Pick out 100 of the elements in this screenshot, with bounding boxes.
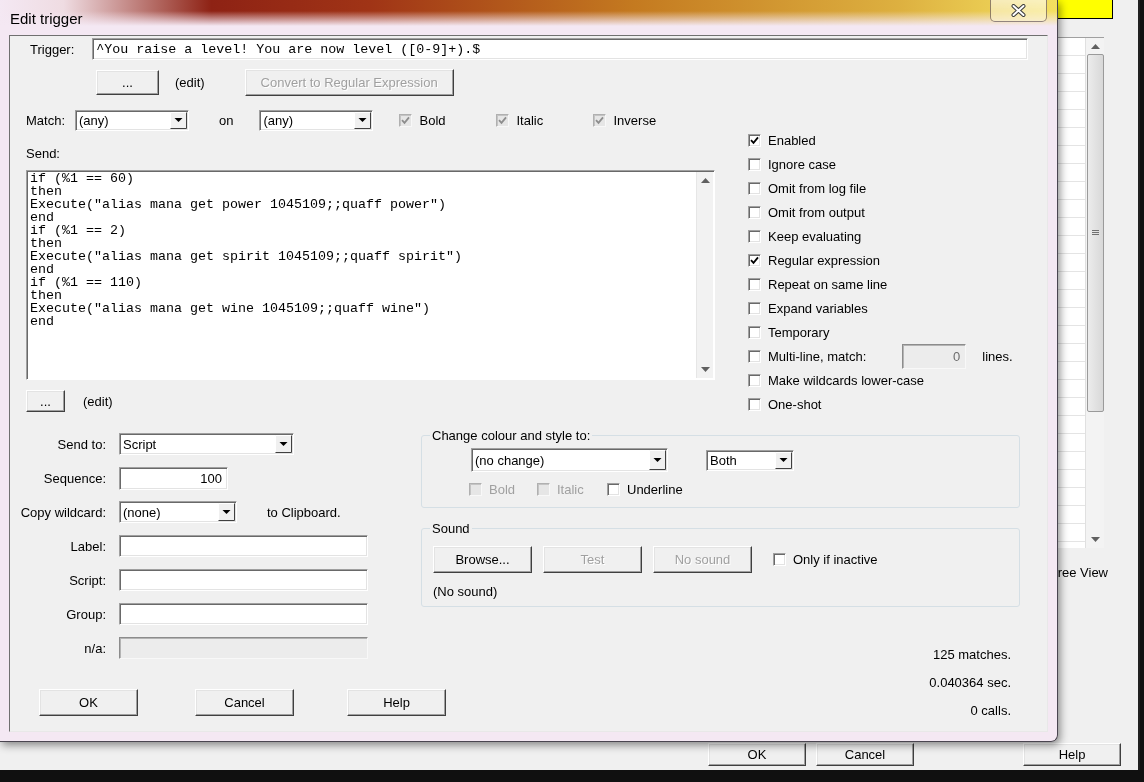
checkbox-label: One-shot (768, 396, 822, 412)
caret-icon[interactable] (275, 435, 292, 453)
checkbox-label: Italic (516, 113, 544, 128)
dropdown[interactable]: Script (119, 433, 294, 455)
checkbox[interactable] (748, 157, 761, 171)
checkbox-label: Bold (419, 113, 446, 128)
field-label: Send: (26, 146, 60, 161)
field-label: Match: (26, 113, 65, 128)
code-line: Execute("alias mana get wine 1045109;;quaff wine") (30, 302, 430, 315)
checkbox[interactable] (748, 373, 761, 387)
checkbox[interactable] (748, 397, 761, 411)
checkbox[interactable] (748, 349, 761, 363)
caret-icon[interactable] (775, 451, 792, 469)
checkmark-icon (401, 116, 411, 125)
checkbox[interactable] (748, 133, 761, 147)
text-field[interactable] (119, 535, 368, 557)
dialog-button[interactable]: Cancel (195, 689, 294, 716)
checkbox-label: Omit from log file (768, 180, 867, 196)
checkbox[interactable] (748, 277, 761, 291)
checkbox[interactable] (593, 114, 607, 127)
dropdown[interactable]: (any) (75, 110, 189, 131)
trigger-field[interactable]: ^You raise a level! You are now level ([0-9]+).$ (92, 38, 1028, 60)
dialog-button[interactable]: Help (1023, 743, 1121, 766)
caret-icon[interactable] (170, 112, 187, 129)
checkbox-label: Underline (627, 482, 683, 497)
checkbox-label: Inverse (613, 113, 657, 128)
edit-label: (edit) (83, 393, 113, 409)
edit-button[interactable]: ... (26, 390, 65, 412)
close-icon (1011, 4, 1026, 17)
edit-label: (edit) (175, 75, 205, 90)
unit-label: lines. (982, 348, 1013, 364)
checkbox-label: Italic (557, 482, 584, 497)
caret-icon[interactable] (354, 112, 372, 129)
checkbox-label: Ignore case (768, 156, 836, 172)
code-line: if (%1 == 60) (30, 172, 134, 185)
checkbox-label: Keep evaluating (768, 228, 862, 244)
code-line: Execute("alias mana get power 1045109;;quaff power") (30, 198, 446, 211)
code-line: end (30, 263, 54, 276)
scrollbar[interactable] (1085, 38, 1104, 548)
text-field[interactable] (119, 569, 368, 591)
sound-button[interactable]: Browse... (433, 546, 532, 573)
checkmark-icon (750, 135, 759, 145)
dialog-button[interactable]: Cancel (816, 743, 914, 766)
field-suffix: to Clipboard. (267, 504, 341, 520)
dialog-button[interactable]: Help (347, 689, 446, 716)
dialog-button[interactable]: OK (39, 689, 138, 716)
down-arrow-icon[interactable] (1090, 537, 1100, 542)
checkbox[interactable] (748, 325, 761, 339)
code-line: if (%1 == 2) (30, 224, 126, 237)
stat-text: 0 calls. (970, 703, 1011, 718)
scrollbar[interactable] (696, 172, 713, 378)
field-label: Script: (69, 572, 106, 588)
checkbox-label: Omit from output (768, 204, 865, 220)
checkbox-label: Expand variables (768, 300, 868, 316)
checkbox[interactable] (399, 114, 413, 127)
field-label: n/a: (84, 640, 106, 656)
stat-text: 0.040364 sec. (929, 675, 1011, 690)
code-line: then (30, 289, 62, 302)
checkbox-label: Temporary (768, 324, 830, 340)
window-title: Edit trigger (10, 10, 83, 27)
code-line: then (30, 237, 62, 250)
checkbox-label: Enabled (768, 132, 816, 148)
field-label: Copy wildcard: (20, 504, 106, 520)
checkbox[interactable] (773, 553, 786, 566)
checkbox-label: Make wildcards lower-case (768, 372, 925, 388)
dropdown[interactable]: (any) (259, 110, 374, 131)
field-label: Sequence: (43, 470, 106, 486)
caret-icon[interactable] (218, 503, 235, 521)
caret-icon[interactable] (649, 450, 666, 470)
dropdown[interactable]: (none) (119, 501, 237, 523)
checkbox[interactable] (748, 229, 761, 243)
checkbox[interactable] (748, 205, 761, 219)
down-arrow-icon[interactable] (700, 367, 710, 372)
checkbox[interactable] (607, 483, 620, 496)
up-arrow-icon[interactable] (1090, 44, 1100, 49)
text-field[interactable] (119, 603, 368, 625)
field-label: Label: (70, 538, 106, 554)
checkbox-label: Multi-line, match: (768, 348, 867, 364)
send-text-area[interactable] (26, 170, 715, 380)
dialog-button[interactable]: OK (708, 743, 806, 766)
dropdown[interactable]: Both (706, 449, 794, 471)
view-label: ree View (1057, 565, 1108, 580)
group-title: Change colour and style to: (431, 428, 592, 443)
checkbox[interactable] (748, 253, 761, 267)
field-label: Group: (66, 606, 106, 622)
checkbox-label: Only if inactive (793, 552, 878, 567)
stat-text: 125 matches. (932, 647, 1011, 662)
edit-button[interactable]: ... (96, 70, 159, 95)
close-button[interactable] (990, 0, 1047, 22)
field-label: Trigger: (30, 41, 75, 57)
dropdown[interactable]: (no change) (471, 448, 668, 472)
checkbox[interactable] (748, 301, 761, 315)
checkbox[interactable] (496, 114, 510, 127)
checkmark-icon (498, 116, 508, 125)
scrollbar-thumb[interactable] (1086, 54, 1104, 412)
up-arrow-icon[interactable] (700, 178, 710, 183)
code-line: end (30, 211, 54, 224)
checkbox[interactable] (748, 181, 761, 195)
number-field[interactable]: 100 (119, 466, 228, 490)
checkmark-icon (595, 116, 605, 125)
